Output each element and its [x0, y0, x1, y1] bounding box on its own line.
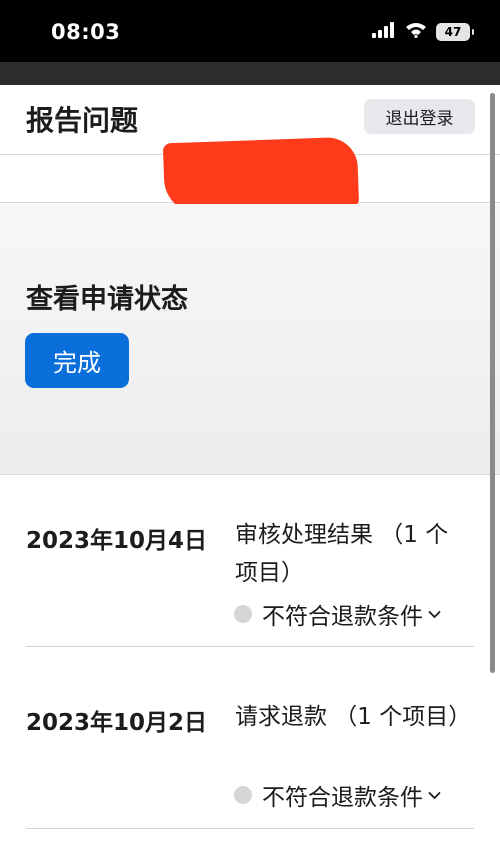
request-item[interactable]: 2023年10月2日 请求退款 （1 个项目） 不符合退款条件: [26, 648, 474, 829]
chevron-down-icon[interactable]: [428, 610, 441, 619]
scrollbar[interactable]: [490, 93, 495, 673]
request-status[interactable]: 不符合退款条件: [234, 778, 441, 812]
signal-icon: [372, 22, 396, 42]
status-icons: 47: [372, 22, 474, 42]
status-dot-icon: [234, 786, 252, 804]
request-status-label: 不符合退款条件: [262, 785, 423, 811]
status-bar: 08:03 47: [0, 0, 500, 62]
request-date: 2023年10月4日: [26, 528, 208, 554]
request-description: 审核处理结果 （1 个项目）: [235, 522, 449, 586]
section-title: 查看申请状态: [26, 284, 188, 315]
done-button[interactable]: 完成: [25, 333, 129, 388]
request-status-label: 不符合退款条件: [262, 604, 423, 630]
battery-icon: 47: [436, 23, 474, 41]
request-item[interactable]: 2023年10月4日 审核处理结果 （1 个项目） 不符合退款条件: [26, 476, 474, 647]
logout-button[interactable]: 退出登录: [364, 99, 475, 134]
request-description: 请求退款 （1 个项目）: [235, 704, 472, 730]
status-time: 08:03: [51, 20, 121, 44]
page-title: 报告问题: [26, 104, 139, 137]
chevron-down-icon[interactable]: [428, 791, 441, 800]
request-date: 2023年10月2日: [26, 710, 208, 736]
wifi-icon: [405, 22, 427, 42]
request-status[interactable]: 不符合退款条件: [234, 597, 441, 631]
status-dot-icon: [234, 605, 252, 623]
request-status-section: 查看申请状态 完成: [0, 204, 500, 475]
browser-toolbar: [0, 62, 500, 85]
